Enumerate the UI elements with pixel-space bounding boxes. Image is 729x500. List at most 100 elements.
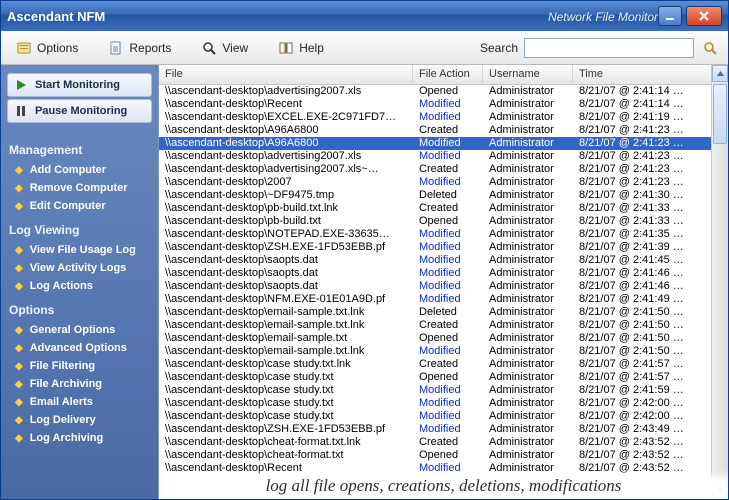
sidebar-item[interactable]: ◆Advanced Options bbox=[1, 339, 158, 357]
cell-col-file: \\ascendant-desktop\EXCEL.EXE-2C971FD7… bbox=[159, 111, 413, 124]
scroll-thumb[interactable] bbox=[713, 84, 727, 144]
scroll-up-button[interactable] bbox=[712, 65, 728, 82]
minimize-button[interactable] bbox=[658, 6, 682, 26]
table-row[interactable]: \\ascendant-desktop\pb-build.txt.lnkCrea… bbox=[159, 202, 728, 215]
table-row[interactable]: \\ascendant-desktop\pb-build.txtOpenedAd… bbox=[159, 215, 728, 228]
sidebar-item[interactable]: ◆Email Alerts bbox=[1, 393, 158, 411]
table-row[interactable]: \\ascendant-desktop\RecentModifiedAdmini… bbox=[159, 462, 728, 475]
sidebar-item[interactable]: ◆Add Computer bbox=[1, 161, 158, 179]
options-menu[interactable]: Options bbox=[9, 36, 85, 60]
table-row[interactable]: \\ascendant-desktop\email-sample.txt.lnk… bbox=[159, 306, 728, 319]
sidebar-item[interactable]: ◆Log Archiving bbox=[1, 429, 158, 447]
table-row[interactable]: \\ascendant-desktop\advertising2007.xlsO… bbox=[159, 85, 728, 98]
bullet-icon: ◆ bbox=[15, 343, 23, 354]
sidebar-group-title: Options bbox=[1, 295, 158, 321]
bullet-icon: ◆ bbox=[15, 245, 23, 256]
table-row[interactable]: \\ascendant-desktop\A96A6800ModifiedAdmi… bbox=[159, 137, 728, 150]
search-area: Search bbox=[480, 38, 720, 58]
table-row[interactable]: \\ascendant-desktop\advertising2007.xlsM… bbox=[159, 150, 728, 163]
table-row[interactable]: \\ascendant-desktop\ZSH.EXE-1FD53EBB.pfM… bbox=[159, 423, 728, 436]
table-row[interactable]: \\ascendant-desktop\~DF9475.tmpDeletedAd… bbox=[159, 189, 728, 202]
sidebar: Start Monitoring Pause Monitoring Manage… bbox=[1, 65, 159, 499]
scroll-down-button[interactable] bbox=[712, 482, 728, 499]
table-row[interactable]: \\ascendant-desktop\case study.txt.lnkCr… bbox=[159, 358, 728, 371]
table-row[interactable]: \\ascendant-desktop\NOTEPAD.EXE-33635…Mo… bbox=[159, 228, 728, 241]
pause-monitoring-button[interactable]: Pause Monitoring bbox=[7, 99, 152, 123]
cell-col-time: 8/21/07 @ 2:41:33 … bbox=[573, 215, 728, 228]
sidebar-item[interactable]: ◆File Archiving bbox=[1, 375, 158, 393]
chevron-down-icon bbox=[716, 486, 725, 495]
table-row[interactable]: \\ascendant-desktop\ZSH.EXE-1FD53EBB.pfM… bbox=[159, 241, 728, 254]
col-header-file[interactable]: File bbox=[159, 65, 413, 84]
search-input[interactable] bbox=[524, 38, 694, 58]
cell-col-action: Modified bbox=[413, 280, 483, 293]
sidebar-item-label: General Options bbox=[30, 324, 116, 336]
table-row[interactable]: \\ascendant-desktop\NFM.EXE-01E01A9D.pfM… bbox=[159, 293, 728, 306]
table-row[interactable]: \\ascendant-desktop\cheat-format.txtOpen… bbox=[159, 449, 728, 462]
minimize-icon bbox=[664, 10, 676, 22]
titlebar[interactable]: Ascendant NFM Network File Monitor bbox=[1, 1, 728, 31]
table-row[interactable]: \\ascendant-desktop\2007ModifiedAdminist… bbox=[159, 176, 728, 189]
table-row[interactable]: \\ascendant-desktop\case study.txtModifi… bbox=[159, 397, 728, 410]
table-row[interactable]: \\ascendant-desktop\email-sample.txt.lnk… bbox=[159, 345, 728, 358]
table-row[interactable]: \\ascendant-desktop\email-sample.txt.lnk… bbox=[159, 319, 728, 332]
cell-col-file: \\ascendant-desktop\saopts.dat bbox=[159, 254, 413, 267]
table-row[interactable]: \\ascendant-desktop\email-sample.txtOpen… bbox=[159, 332, 728, 345]
table-row[interactable]: \\ascendant-desktop\saopts.datModifiedAd… bbox=[159, 267, 728, 280]
search-go-button[interactable] bbox=[700, 38, 720, 58]
sidebar-item[interactable]: ◆General Options bbox=[1, 321, 158, 339]
scroll-track[interactable] bbox=[712, 82, 728, 482]
chevron-up-icon bbox=[716, 69, 725, 78]
cell-col-action: Deleted bbox=[413, 189, 483, 202]
table-row[interactable]: \\ascendant-desktop\A96A6800CreatedAdmin… bbox=[159, 124, 728, 137]
search-label: Search bbox=[480, 41, 518, 55]
cell-col-action: Created bbox=[413, 436, 483, 449]
vertical-scrollbar[interactable] bbox=[711, 65, 728, 499]
sidebar-item[interactable]: ◆Edit Computer bbox=[1, 197, 158, 215]
cell-col-time: 8/21/07 @ 2:41:23 … bbox=[573, 150, 728, 163]
table-row[interactable]: \\ascendant-desktop\EXCEL.EXE-2C971FD7…M… bbox=[159, 111, 728, 124]
close-button[interactable] bbox=[686, 6, 722, 26]
cell-col-time: 8/21/07 @ 2:41:45 … bbox=[573, 254, 728, 267]
table-row[interactable]: \\ascendant-desktop\saopts.datModifiedAd… bbox=[159, 254, 728, 267]
sidebar-item[interactable]: ◆Log Delivery bbox=[1, 411, 158, 429]
table-row[interactable]: \\ascendant-desktop\advertising2007.xls~… bbox=[159, 163, 728, 176]
sidebar-item[interactable]: ◆File Filtering bbox=[1, 357, 158, 375]
cell-col-user: Administrator bbox=[483, 462, 573, 475]
col-header-user[interactable]: Username bbox=[483, 65, 573, 84]
cell-col-file: \\ascendant-desktop\advertising2007.xls bbox=[159, 150, 413, 163]
bullet-icon: ◆ bbox=[15, 201, 23, 212]
table-row[interactable]: \\ascendant-desktop\case study.txtModifi… bbox=[159, 384, 728, 397]
cell-col-file: \\ascendant-desktop\ZSH.EXE-1FD53EBB.pf bbox=[159, 241, 413, 254]
start-monitoring-button[interactable]: Start Monitoring bbox=[7, 73, 152, 97]
help-icon bbox=[278, 40, 294, 56]
sidebar-item-label: Log Delivery bbox=[30, 414, 96, 426]
table-row[interactable]: \\ascendant-desktop\cheat-format.txt.lnk… bbox=[159, 436, 728, 449]
col-header-action[interactable]: File Action bbox=[413, 65, 483, 84]
cell-col-user: Administrator bbox=[483, 85, 573, 98]
table-row[interactable]: \\ascendant-desktop\case study.txtModifi… bbox=[159, 410, 728, 423]
table-body[interactable]: \\ascendant-desktop\advertising2007.xls O… bbox=[159, 85, 728, 499]
cell-col-action: Opened bbox=[413, 215, 483, 228]
table-row[interactable]: \\ascendant-desktop\RecentModifiedAdmini… bbox=[159, 98, 728, 111]
sidebar-item[interactable]: ◆Log Actions bbox=[1, 277, 158, 295]
reports-menu[interactable]: Reports bbox=[101, 36, 178, 60]
cell-col-time: 8/21/07 @ 2:41:23 … bbox=[573, 137, 728, 150]
cell-col-user: Administrator bbox=[483, 215, 573, 228]
title-main: Ascendant NFM bbox=[7, 9, 542, 24]
table-row[interactable]: \\ascendant-desktop\case study.txtOpened… bbox=[159, 371, 728, 384]
sidebar-item[interactable]: ◆View Activity Logs bbox=[1, 259, 158, 277]
cell-col-file: \\ascendant-desktop\case study.txt bbox=[159, 371, 413, 384]
cell-col-action: Modified bbox=[413, 150, 483, 163]
cell-col-file: \\ascendant-desktop\email-sample.txt bbox=[159, 332, 413, 345]
view-menu[interactable]: View bbox=[194, 36, 255, 60]
sidebar-item[interactable]: ◆Remove Computer bbox=[1, 179, 158, 197]
sidebar-item[interactable]: ◆View File Usage Log bbox=[1, 241, 158, 259]
bullet-icon: ◆ bbox=[15, 433, 23, 444]
cell-col-time: 8/21/07 @ 2:41:14 … bbox=[573, 98, 728, 111]
help-menu[interactable]: Help bbox=[271, 36, 331, 60]
col-header-time[interactable]: Time bbox=[573, 65, 728, 84]
cell-col-action: Created bbox=[413, 202, 483, 215]
table-row[interactable]: \\ascendant-desktop\saopts.datModifiedAd… bbox=[159, 280, 728, 293]
sidebar-group-title: Log Viewing bbox=[1, 215, 158, 241]
